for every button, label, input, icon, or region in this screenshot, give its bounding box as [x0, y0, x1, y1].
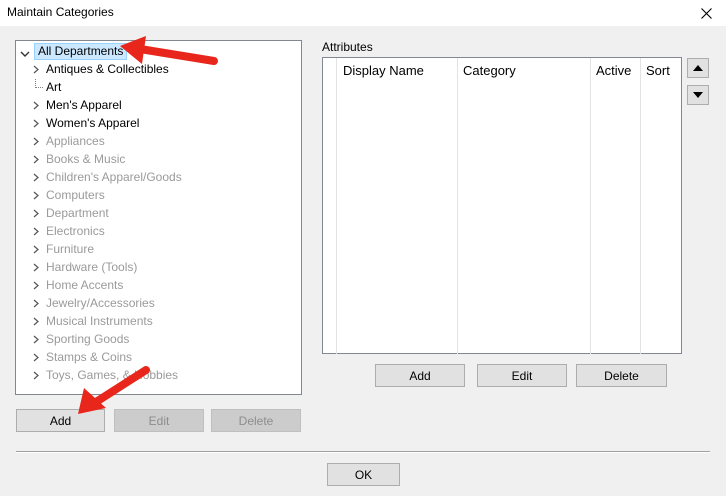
- tree-node-disabled[interactable]: Department: [16, 205, 301, 222]
- tree-node-disabled[interactable]: Sporting Goods: [16, 331, 301, 348]
- tree-node-disabled[interactable]: Stamps & Coins: [16, 349, 301, 366]
- tree-connector: [35, 87, 43, 88]
- tree-node-root[interactable]: All Departments: [16, 43, 301, 60]
- column-header[interactable]: Active: [596, 63, 631, 78]
- tree-node-disabled[interactable]: Hardware (Tools): [16, 259, 301, 276]
- attributes-grid[interactable]: Display Name Category Active Sort: [322, 57, 682, 354]
- tree-node-label[interactable]: Books & Music: [46, 151, 125, 168]
- close-icon: [700, 7, 712, 19]
- tree-node-label[interactable]: Musical Instruments: [46, 313, 153, 330]
- tree-node-disabled[interactable]: Jewelry/Accessories: [16, 295, 301, 312]
- tree-node[interactable]: Antiques & Collectibles: [16, 61, 301, 78]
- divider: [16, 451, 710, 453]
- tree-node-disabled[interactable]: Appliances: [16, 133, 301, 150]
- column-header[interactable]: Category: [463, 63, 516, 78]
- tree-node-label[interactable]: Department: [46, 205, 109, 222]
- column-active[interactable]: Active: [591, 58, 641, 354]
- tree-node-label[interactable]: Stamps & Coins: [46, 349, 132, 366]
- tree-node-label[interactable]: Hardware (Tools): [46, 259, 137, 276]
- tree-node-label[interactable]: Home Accents: [46, 277, 123, 294]
- chevron-right-icon[interactable]: [32, 137, 40, 146]
- move-up-button[interactable]: [687, 58, 709, 78]
- tree-node-label[interactable]: Women's Apparel: [46, 115, 139, 132]
- tree-node-label[interactable]: Toys, Games, & Hobbies: [46, 367, 178, 384]
- tree-node-label[interactable]: Art: [46, 79, 61, 96]
- add-category-button[interactable]: Add: [16, 409, 105, 432]
- tree-node-label[interactable]: Furniture: [46, 241, 94, 258]
- chevron-right-icon[interactable]: [32, 209, 40, 218]
- tree-node-disabled[interactable]: Home Accents: [16, 277, 301, 294]
- chevron-right-icon[interactable]: [32, 371, 40, 380]
- tree-node-disabled[interactable]: Toys, Games, & Hobbies: [16, 367, 301, 384]
- chevron-right-icon[interactable]: [32, 155, 40, 164]
- chevron-right-icon[interactable]: [32, 317, 40, 326]
- chevron-right-icon[interactable]: [32, 101, 40, 110]
- chevron-down-icon[interactable]: [20, 47, 30, 57]
- tree-node-label[interactable]: Appliances: [46, 133, 105, 150]
- chevron-right-icon[interactable]: [32, 353, 40, 362]
- triangle-up-icon: [693, 65, 703, 71]
- column-header[interactable]: Sort: [646, 63, 670, 78]
- tree-node-disabled[interactable]: Electronics: [16, 223, 301, 240]
- tree-node-label[interactable]: Men's Apparel: [46, 97, 122, 114]
- chevron-right-icon[interactable]: [32, 245, 40, 254]
- column-sort[interactable]: Sort: [641, 58, 681, 354]
- edit-category-button[interactable]: Edit: [114, 409, 204, 432]
- tree-node-label[interactable]: Sporting Goods: [46, 331, 129, 348]
- tree-node[interactable]: Men's Apparel: [16, 97, 301, 114]
- tree-node-disabled[interactable]: Books & Music: [16, 151, 301, 168]
- tree-node-label[interactable]: Antiques & Collectibles: [46, 61, 169, 78]
- tree-node[interactable]: Art: [16, 79, 301, 96]
- move-down-button[interactable]: [687, 85, 709, 105]
- chevron-right-icon[interactable]: [32, 299, 40, 308]
- tree-node[interactable]: Women's Apparel: [16, 115, 301, 132]
- column-display-name[interactable]: Display Name: [337, 58, 458, 354]
- category-tree[interactable]: All Departments Antiques & Collectibles …: [15, 40, 302, 395]
- delete-attribute-button[interactable]: Delete: [576, 364, 667, 387]
- ok-button[interactable]: OK: [327, 463, 400, 486]
- close-button[interactable]: [686, 0, 726, 26]
- triangle-down-icon: [693, 92, 703, 98]
- tree-node-label[interactable]: Children's Apparel/Goods: [46, 169, 182, 186]
- chevron-right-icon[interactable]: [32, 65, 40, 74]
- window-title: Maintain Categories: [7, 5, 114, 19]
- attributes-label: Attributes: [322, 40, 373, 54]
- chevron-right-icon[interactable]: [32, 191, 40, 200]
- chevron-right-icon[interactable]: [32, 119, 40, 128]
- tree-node-label[interactable]: Electronics: [46, 223, 105, 240]
- title-bar: Maintain Categories: [0, 0, 726, 26]
- tree-node-label[interactable]: Jewelry/Accessories: [46, 295, 155, 312]
- chevron-right-icon[interactable]: [32, 335, 40, 344]
- chevron-right-icon[interactable]: [32, 263, 40, 272]
- tree-node-disabled[interactable]: Children's Apparel/Goods: [16, 169, 301, 186]
- tree-node-disabled[interactable]: Computers: [16, 187, 301, 204]
- grid-row-header-column: [323, 58, 337, 354]
- add-attribute-button[interactable]: Add: [375, 364, 465, 387]
- chevron-right-icon[interactable]: [32, 173, 40, 182]
- chevron-right-icon[interactable]: [32, 227, 40, 236]
- delete-category-button[interactable]: Delete: [211, 409, 301, 432]
- column-category[interactable]: Category: [458, 58, 591, 354]
- maintain-categories-dialog: Maintain Categories All Departments Anti…: [0, 0, 726, 496]
- chevron-right-icon[interactable]: [32, 281, 40, 290]
- edit-attribute-button[interactable]: Edit: [477, 364, 567, 387]
- tree-node-label[interactable]: Computers: [46, 187, 105, 204]
- tree-node-disabled[interactable]: Furniture: [16, 241, 301, 258]
- tree-node-disabled[interactable]: Musical Instruments: [16, 313, 301, 330]
- tree-root-label[interactable]: All Departments: [34, 43, 128, 60]
- column-header[interactable]: Display Name: [343, 63, 424, 78]
